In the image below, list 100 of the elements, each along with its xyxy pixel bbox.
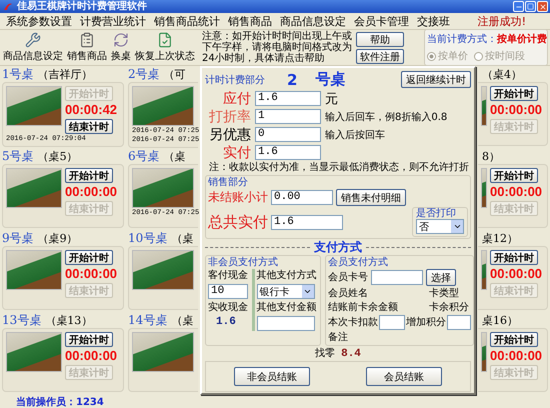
menu-item[interactable]: 交接班 [413,14,454,28]
cash-field[interactable]: 10 [208,284,248,299]
table-number: 10号桌 [128,230,168,247]
start-timer-button[interactable]: 开始计时 [65,250,113,265]
notice-button[interactable]: 软件注册 [356,48,404,64]
clipboard-icon [79,32,95,48]
change-label: 找零 [315,347,336,360]
timer-display: 00:00:00 [490,266,542,282]
hint-text: 输入后按回车 [325,128,385,142]
table-name: 桌12） [482,231,518,246]
table-name: （桌 [171,231,194,246]
toolbar-button[interactable]: 商品信息设定 [2,31,64,64]
notice-text: 注意：如开始计时时间出现上午或下午字样，请将电脑时间格式改为24小时制，具体请点击帮助 [202,31,353,64]
member-name-label: 会员姓名 [328,287,368,300]
timer-display: 00:00:42 [65,102,118,118]
cash-label: 客付现金 [208,269,249,282]
start-timer-button[interactable]: 开始计时 [490,332,538,347]
document-check-icon [157,32,173,48]
menu-item[interactable]: 会员卡管理 [350,14,413,28]
table-name: （桌13） [45,313,92,328]
start-timer-button[interactable]: 开始计时 [490,168,538,183]
checkout-button[interactable]: 非会员结账 [234,367,310,386]
photo-placeholder [481,332,487,372]
menu-item[interactable]: 计费营业统计 [76,14,150,28]
timer-display: 00:00:00 [65,348,118,364]
table-number: 2号桌 [128,66,160,83]
subtotal-field[interactable]: 0.00 [271,190,333,205]
change-value: 8.4 [341,348,361,360]
total-label: 总共实付 [208,212,268,232]
subtotal-label: 未结账小计 [208,189,268,206]
photo-placeholder [481,168,487,208]
other-method-label: 其他支付方式 [256,269,318,282]
toolbar-button[interactable]: 换桌 [110,31,132,64]
note-text: 注：收款以实付为准，当显示最低消费状态，则不允许打折 [208,162,470,174]
other-amount-field[interactable] [256,316,315,331]
refresh-icon [113,32,129,48]
menu-item[interactable]: 销售商品统计 [150,14,224,28]
logo-icon [2,2,14,12]
table-number: 5号桌 [2,148,34,165]
operator-text: 当前操作员：1234 [16,396,104,408]
stop-timer-button[interactable]: 结束计时 [65,119,113,134]
amount-label: 打折率 [208,108,251,126]
group-title: 会员支付方式 [328,257,389,268]
other-amount-label: 其他支付金额 [256,301,318,314]
print-select[interactable]: 否 [416,219,464,234]
deduct-label: 本次卡扣款 [328,316,378,329]
checkout-button[interactable]: 会员结账 [366,367,442,386]
timer-display: 00:00:00 [65,266,118,282]
select-button[interactable]: 选择 [426,269,456,286]
maximize-button[interactable] [525,1,536,12]
table-name: （桌5） [38,149,78,164]
dialog-table-label: 号桌 [315,70,346,89]
amount-field[interactable]: 1.6 [255,91,321,106]
timer-display: 00:00:00 [490,102,542,118]
billing-mode-value: 按单价计费 [497,32,547,46]
notice-button[interactable]: 帮助 [356,32,404,46]
start-timer-button[interactable]: 开始计时 [490,250,538,265]
toolbar-button[interactable]: 恢复上次状态 [134,31,196,64]
photo-placeholder [132,250,194,290]
registration-status: 注册成功! [478,14,526,28]
toolbar-button[interactable]: 销售商品 [66,31,108,64]
start-timer-button[interactable]: 开始计时 [65,332,113,347]
timer-display: 00:00:00 [490,348,542,364]
photo-placeholder [132,168,194,208]
deduct-field[interactable] [379,315,405,330]
photo-placeholder [6,250,62,290]
amount-field[interactable]: 1 [255,109,321,124]
close-button[interactable] [537,1,548,12]
menu-item[interactable]: 系统参数设置 [2,14,76,28]
group-title: 是否打印 [416,208,457,219]
unpaid-details-button[interactable]: 销售未付明细 [336,189,406,206]
billing-mode-label: 当前计费方式： [427,32,497,46]
table-name: （桌9） [38,231,78,246]
timer-display: 00:00:00 [65,184,118,200]
table-number: 14号桌 [128,312,168,329]
window-title: 佳易王棋牌计时计费管理软件 [17,0,147,12]
maximize-icon [527,3,534,10]
table-name: 8） [482,149,500,164]
total-field[interactable]: 1.6 [271,214,343,230]
add-points-field[interactable] [447,315,471,330]
amount-label: 实付 [222,144,251,162]
menu-item[interactable]: 销售商品 [224,14,276,28]
photo-placeholder [6,168,62,208]
photo-placeholder [481,86,487,126]
table-name: （可 [164,67,186,82]
add-points-label: 增加积分 [406,316,446,329]
dropdown-icon [452,222,462,231]
minimize-button[interactable] [513,1,524,12]
table-name: （桌 [164,149,186,164]
amount-field[interactable]: 0 [255,127,321,142]
amount-field[interactable]: 1.6 [255,145,321,160]
table-name: （桌4） [482,67,522,82]
card-number-field[interactable] [371,270,423,285]
table-name: （桌 [171,313,194,328]
photo-placeholder [132,86,194,126]
start-timer-button[interactable]: 开始计时 [490,86,538,101]
start-timer-button[interactable]: 开始计时 [65,168,113,183]
return-button[interactable]: 返回继续计时 [401,71,471,88]
payment-method-select[interactable]: 银行卡 [256,284,315,299]
menu-item[interactable]: 商品信息设定 [276,14,350,28]
